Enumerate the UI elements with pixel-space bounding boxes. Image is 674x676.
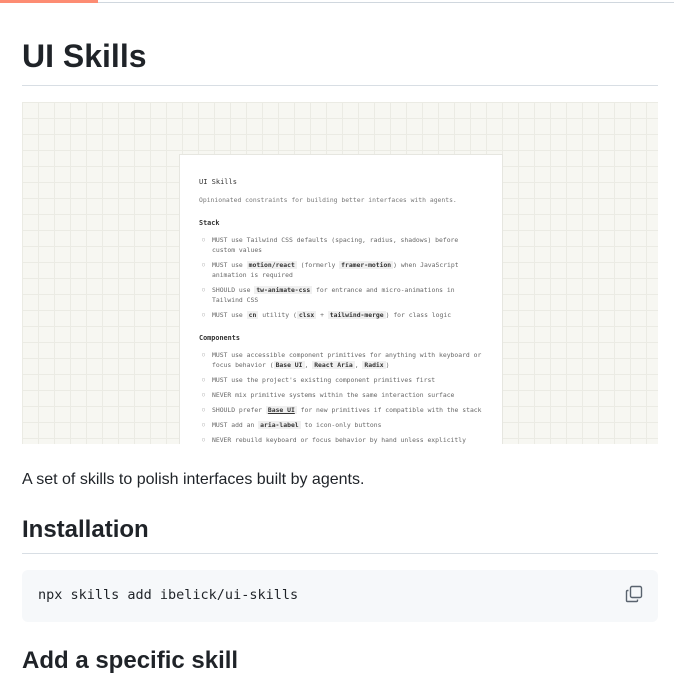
- page-title: UI Skills: [22, 38, 147, 74]
- preview-list-stack: MUST use Tailwind CSS defaults (spacing,…: [202, 235, 484, 325]
- inline-code: React Aria: [312, 361, 355, 369]
- preview-list-item: MUST use accessible component primitives…: [202, 350, 484, 370]
- inline-code: framer-motion: [339, 261, 394, 269]
- inline-code: Base UI: [273, 361, 305, 369]
- inline-code: Radix: [362, 361, 386, 369]
- preview-list-item: MUST use cn utility (clsx + tailwind-mer…: [202, 310, 484, 320]
- preview-section-heading: Stack: [199, 219, 220, 227]
- section-divider: [22, 553, 658, 554]
- section-heading-add-skill: Add a specific skill: [22, 647, 239, 674]
- inline-code: tailwind-merge: [327, 311, 386, 319]
- install-command[interactable]: npx skills add ibelick/ui-skills: [38, 587, 298, 603]
- code-block: npx skills add ibelick/ui-skills: [22, 570, 658, 622]
- copy-icon: [625, 585, 643, 603]
- preview-subtitle: Opinionated constraints for building bet…: [199, 196, 457, 204]
- preview-list-item: SHOULD use tw-animate-css for entrance a…: [202, 285, 484, 305]
- repo-description: A set of skills to polish interfaces bui…: [22, 471, 365, 488]
- preview-section-heading: Components: [199, 334, 240, 342]
- preview-list-item: NEVER mix primitive systems within the s…: [202, 390, 484, 400]
- inline-code: cn: [246, 311, 259, 319]
- preview-list-item: MUST use motion/react (formerly framer-m…: [202, 260, 484, 280]
- preview-image: UI Skills Opinionated constraints for bu…: [22, 102, 658, 444]
- inline-code: motion/react: [246, 261, 297, 269]
- copy-button[interactable]: [624, 584, 644, 604]
- inline-code: tw-animate-css: [254, 286, 313, 294]
- preview-list-item: MUST use the project's existing componen…: [202, 375, 484, 385]
- inline-code: clsx: [296, 311, 317, 319]
- active-tab-indicator: [0, 0, 98, 3]
- inline-code: Base UI: [265, 406, 297, 414]
- top-border: [0, 2, 674, 3]
- inline-code: aria-label: [258, 421, 301, 429]
- preview-list-components: MUST use accessible component primitives…: [202, 350, 484, 444]
- preview-document: UI Skills Opinionated constraints for bu…: [179, 154, 503, 444]
- preview-list-item: NEVER rebuild keyboard or focus behavior…: [202, 435, 484, 444]
- title-divider: [22, 85, 658, 86]
- preview-title: UI Skills: [199, 178, 237, 186]
- preview-list-item: MUST use Tailwind CSS defaults (spacing,…: [202, 235, 484, 255]
- preview-list-item: MUST add an aria-label to icon-only butt…: [202, 420, 484, 430]
- section-heading-installation: Installation: [22, 516, 149, 543]
- preview-list-item: SHOULD prefer Base UI for new primitives…: [202, 405, 484, 415]
